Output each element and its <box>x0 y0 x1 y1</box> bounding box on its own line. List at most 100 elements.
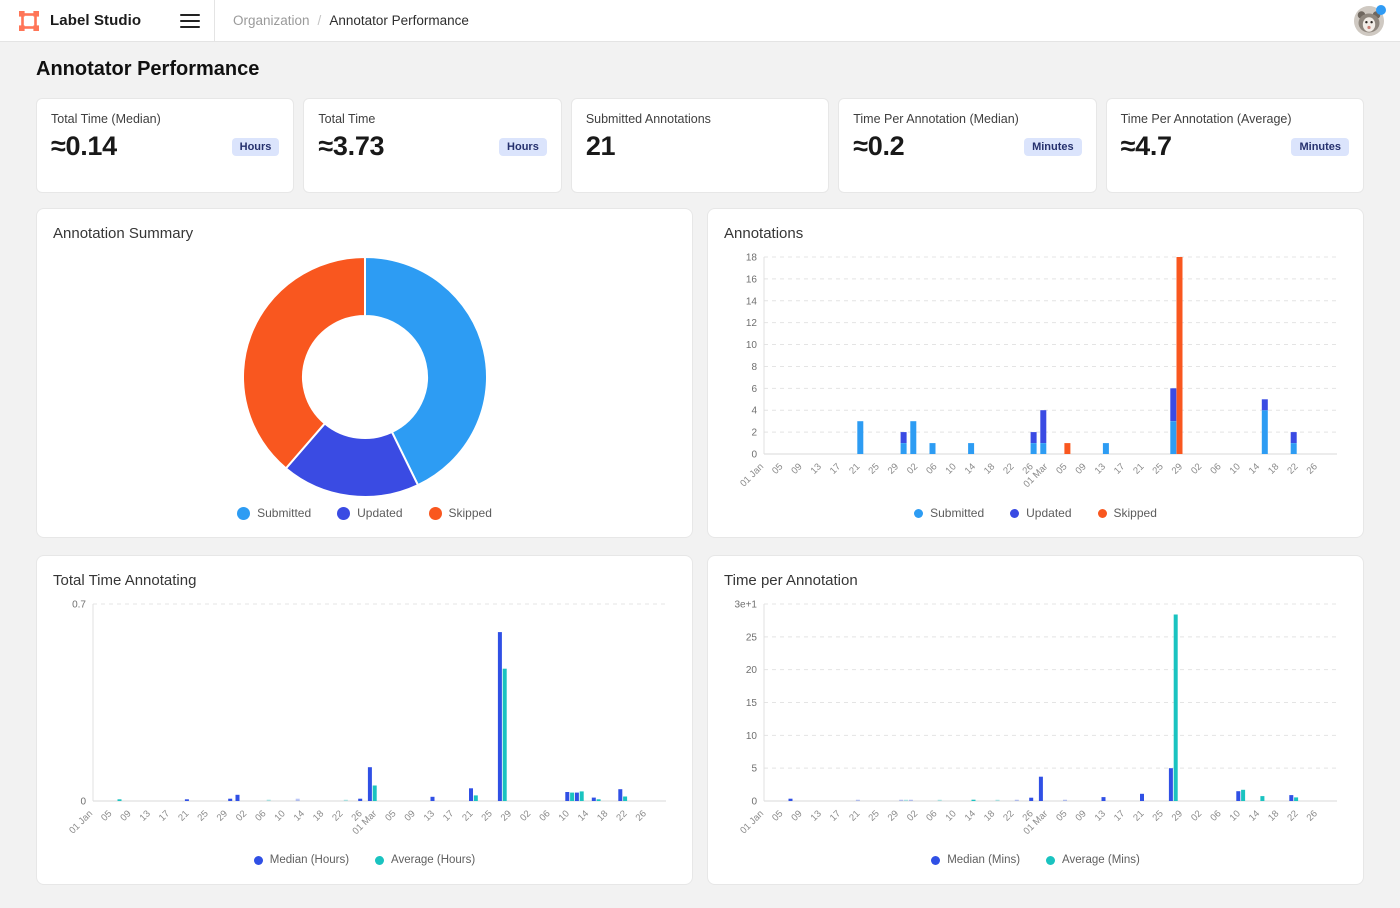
legend-label: Updated <box>357 506 402 520</box>
hamburger-menu-icon[interactable] <box>180 14 200 28</box>
breadcrumb-organization-link[interactable]: Organization <box>233 13 310 28</box>
legend-dot-icon <box>375 856 384 865</box>
y-axis-tick-label: 4 <box>751 406 757 417</box>
x-axis-tick-label: 10 <box>943 461 958 476</box>
legend-item-median-hours[interactable]: Median (Hours) <box>254 854 349 866</box>
legend-item-skipped[interactable]: Skipped <box>429 506 492 520</box>
label-studio-logo-icon[interactable] <box>18 10 40 32</box>
x-axis-tick-label: 26 <box>1305 808 1320 823</box>
x-axis-tick-label: 25 <box>1151 461 1166 476</box>
y-axis-tick-label: 16 <box>746 274 758 285</box>
bar-submitted <box>857 421 863 454</box>
stat-card-total-time-median: Total Time (Median) ≈0.14 Hours <box>36 98 294 193</box>
legend-dot-icon <box>337 507 350 520</box>
bar-skipped <box>1064 443 1070 454</box>
x-axis-tick-label: 17 <box>157 808 172 823</box>
x-axis-tick-label: 14 <box>963 461 978 476</box>
legend-item-updated[interactable]: Updated <box>337 506 402 520</box>
bar-average <box>1174 615 1178 802</box>
bar-median <box>618 789 622 801</box>
annotations-card: Annotations 02468101214161801 Jan0509131… <box>707 208 1364 538</box>
x-axis-tick-label: 29 <box>886 461 901 476</box>
stat-card-time-per-annotation-median: Time Per Annotation (Median) ≈0.2 Minute… <box>838 98 1096 193</box>
user-avatar[interactable] <box>1354 6 1384 36</box>
legend-dot-icon <box>1046 856 1055 865</box>
bar-median <box>368 767 372 801</box>
legend-item-average-hours[interactable]: Average (Hours) <box>375 854 475 866</box>
bar-median <box>1029 798 1033 801</box>
legend-dot-icon <box>254 856 263 865</box>
x-axis-tick-label: 05 <box>383 808 398 823</box>
annotations-legend: Submitted Updated Skipped <box>724 503 1347 523</box>
bar-average <box>1241 790 1245 801</box>
x-axis-tick-label: 26 <box>1305 461 1320 476</box>
bar-average <box>570 793 574 801</box>
legend-item-submitted[interactable]: Submitted <box>914 506 984 520</box>
y-axis-tick-label: 10 <box>746 340 758 351</box>
x-axis-tick-label: 25 <box>195 808 210 823</box>
x-axis-tick-label: 29 <box>1170 461 1185 476</box>
bar-median <box>1169 768 1173 801</box>
legend-item-skipped[interactable]: Skipped <box>1098 506 1157 520</box>
legend-label: Updated <box>1026 506 1071 520</box>
bar-updated <box>1262 399 1268 410</box>
y-axis-tick-label: 0 <box>80 797 86 808</box>
stats-row: Total Time (Median) ≈0.14 Hours Total Ti… <box>36 98 1364 193</box>
online-status-dot-icon <box>1376 5 1386 15</box>
x-axis-tick-label: 25 <box>866 461 881 476</box>
stat-card-time-per-annotation-average: Time Per Annotation (Average) ≈4.7 Minut… <box>1106 98 1364 193</box>
x-axis-tick-label: 05 <box>770 808 785 823</box>
bar-median <box>909 800 913 801</box>
topbar-brand-section: Label Studio <box>0 0 215 41</box>
legend-label: Median (Hours) <box>270 854 349 866</box>
x-axis-tick-label: 05 <box>770 461 785 476</box>
chart-title: Total Time Annotating <box>53 572 676 594</box>
legend-label: Average (Mins) <box>1062 854 1140 866</box>
x-axis-tick-label: 21 <box>1131 808 1146 823</box>
legend-dot-icon <box>237 507 250 520</box>
bar-submitted <box>930 443 936 454</box>
bar-median <box>575 793 579 801</box>
y-axis-tick-label: 0.7 <box>72 600 86 611</box>
x-axis-tick-label: 02 <box>1189 808 1204 823</box>
legend-item-updated[interactable]: Updated <box>1010 506 1071 520</box>
x-axis-tick-label: 14 <box>576 808 591 823</box>
stat-label: Total Time <box>318 112 546 126</box>
x-axis-tick-label: 29 <box>215 808 230 823</box>
stat-card-total-time: Total Time ≈3.73 Hours <box>303 98 561 193</box>
y-axis-tick-label: 10 <box>746 731 758 742</box>
bar-average <box>503 669 507 801</box>
bar-updated <box>1031 432 1037 443</box>
x-axis-tick-label: 22 <box>614 808 629 823</box>
x-axis-tick-label: 09 <box>118 808 133 823</box>
x-axis-tick-label: 29 <box>886 808 901 823</box>
bar-submitted <box>1031 443 1037 454</box>
total-time-legend: Median (Hours) Average (Hours) <box>53 850 676 870</box>
x-axis-tick-label: 01 Jan <box>738 808 766 836</box>
unit-badge: Hours <box>232 138 280 156</box>
bar-average <box>938 800 942 801</box>
y-axis-tick-label: 15 <box>746 698 758 709</box>
legend-item-average-mins[interactable]: Average (Mins) <box>1046 854 1140 866</box>
legend-label: Submitted <box>257 506 311 520</box>
bar-average <box>1260 796 1264 801</box>
x-axis-tick-label: 18 <box>1266 808 1281 823</box>
legend-label: Skipped <box>1114 506 1157 520</box>
legend-dot-icon <box>1010 509 1019 518</box>
donut-legend: Submitted Updated Skipped <box>53 503 676 523</box>
chart-title: Annotation Summary <box>53 225 676 247</box>
bar-median <box>856 800 860 801</box>
x-axis-tick-label: 13 <box>1093 461 1108 476</box>
legend-item-submitted[interactable]: Submitted <box>237 506 311 520</box>
bar-median <box>592 798 596 801</box>
y-axis-tick-label: 20 <box>746 665 758 676</box>
bar-median <box>1236 791 1240 801</box>
bar-median <box>358 799 362 801</box>
legend-item-median-mins[interactable]: Median (Mins) <box>931 854 1020 866</box>
annotation-summary-donut-chart <box>53 247 678 503</box>
bar-submitted <box>1040 443 1046 454</box>
stat-value: ≈0.2 <box>853 131 904 162</box>
total-time-annotating-card: Total Time Annotating 00.701 Jan05091317… <box>36 555 693 885</box>
x-axis-tick-label: 05 <box>1054 808 1069 823</box>
x-axis-tick-label: 01 Jan <box>738 461 766 489</box>
